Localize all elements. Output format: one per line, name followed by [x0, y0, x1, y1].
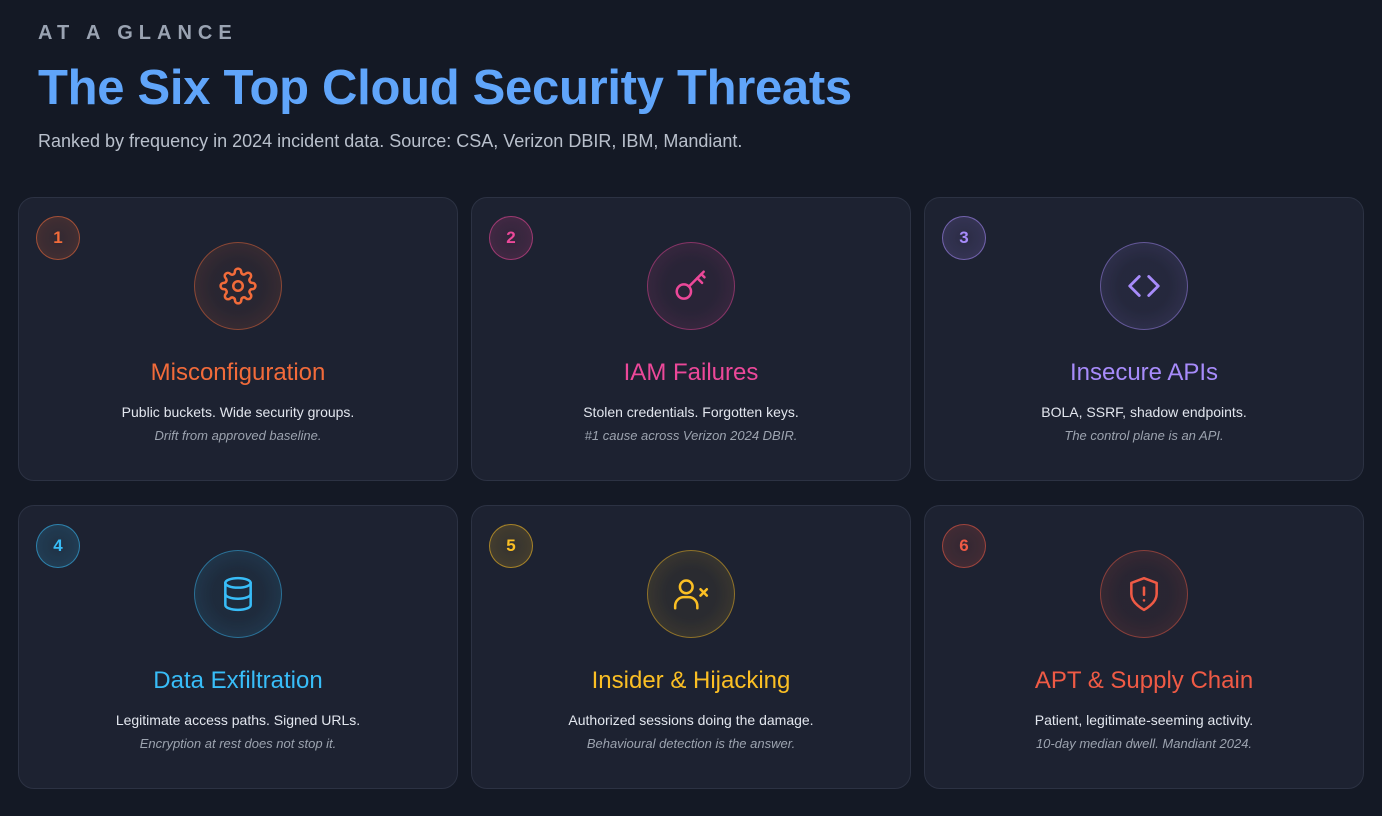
card-title: Insider & Hijacking [591, 667, 791, 694]
card-title: Data Exfiltration [153, 667, 323, 694]
card-title: Misconfiguration [150, 359, 326, 386]
threat-grid: 1 Misconfiguration Public buckets. Wide … [18, 197, 1364, 789]
card-note: #1 cause across Verizon 2024 DBIR. [584, 428, 798, 443]
page-title: The Six Top Cloud Security Threats [38, 61, 852, 115]
card-note: Encryption at rest does not stop it. [139, 736, 337, 751]
threat-card-insider-hijacking: 5 Insider & Hijacking Authorized session… [471, 505, 911, 789]
card-note: Drift from approved baseline. [154, 428, 322, 443]
rank-badge: 5 [489, 524, 533, 568]
gear-icon [194, 242, 282, 330]
threat-card-apt-supply-chain: 6 APT & Supply Chain Patient, legitimate… [924, 505, 1364, 789]
eyebrow: AT A GLANCE [38, 22, 238, 44]
user-x-icon [647, 550, 735, 638]
card-title: IAM Failures [623, 359, 759, 386]
card-title: APT & Supply Chain [1034, 667, 1254, 694]
page: AT A GLANCE The Six Top Cloud Security T… [0, 0, 1382, 816]
card-description: Legitimate access paths. Signed URLs. [115, 712, 361, 728]
rank-badge: 1 [36, 216, 80, 260]
card-description: Patient, legitimate-seeming activity. [1034, 712, 1254, 728]
rank-badge: 6 [942, 524, 986, 568]
rank-badge: 4 [36, 524, 80, 568]
threat-card-insecure-apis: 3 Insecure APIs BOLA, SSRF, shadow endpo… [924, 197, 1364, 481]
card-note: The control plane is an API. [1064, 428, 1224, 443]
card-description: Authorized sessions doing the damage. [568, 712, 814, 728]
card-description: Stolen credentials. Forgotten keys. [583, 404, 799, 420]
threat-card-iam-failures: 2 IAM Failures Stolen credentials. Forgo… [471, 197, 911, 481]
card-note: Behavioural detection is the answer. [586, 736, 796, 751]
shield-alert-icon [1100, 550, 1188, 638]
threat-card-misconfiguration: 1 Misconfiguration Public buckets. Wide … [18, 197, 458, 481]
code-icon [1100, 242, 1188, 330]
card-note: 10-day median dwell. Mandiant 2024. [1035, 736, 1253, 751]
card-title: Insecure APIs [1069, 359, 1219, 386]
rank-badge: 3 [942, 216, 986, 260]
rank-badge: 2 [489, 216, 533, 260]
key-icon [647, 242, 735, 330]
threat-card-data-exfiltration: 4 Data Exfiltration Legitimate access pa… [18, 505, 458, 789]
page-subtitle: Ranked by frequency in 2024 incident dat… [38, 131, 743, 151]
card-description: BOLA, SSRF, shadow endpoints. [1041, 404, 1247, 420]
database-icon [194, 550, 282, 638]
card-description: Public buckets. Wide security groups. [121, 404, 355, 420]
